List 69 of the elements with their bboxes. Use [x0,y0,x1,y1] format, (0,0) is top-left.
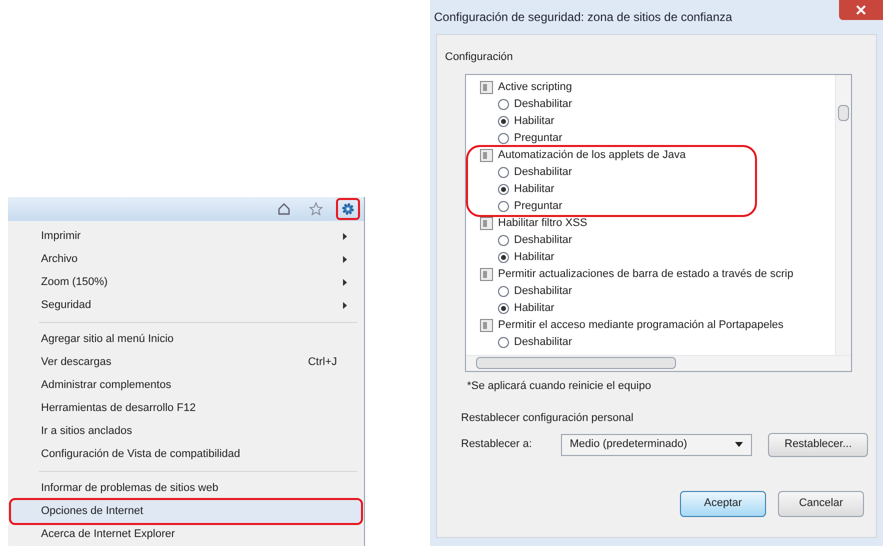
setting-label: Permitir actualizaciones de barra de estado a través de scrip [498,266,794,282]
star-icon [309,202,323,216]
menu-item[interactable]: Ir a sitios anclados [11,420,361,443]
radio-option[interactable]: Deshabilitar [480,282,835,300]
radio-button[interactable] [498,116,509,126]
radio-option[interactable]: Habilitar [480,300,835,316]
section-label: Restablecer configuración personal [461,411,634,426]
cancel-button[interactable]: Cancelar [778,490,864,516]
radio-option[interactable]: Deshabilitar [480,96,835,112]
setting-icon [480,268,493,280]
radio-option[interactable]: Deshabilitar [480,334,835,350]
vertical-scrollbar[interactable] [835,74,851,354]
radio-button[interactable] [498,252,509,262]
setting-icon [480,318,493,332]
menu-item[interactable]: Acerca de Internet Explorer [11,523,361,546]
submenu-arrow-icon [343,256,347,263]
radio-button[interactable] [498,132,509,144]
menu-item[interactable]: Agregar sitio al menú Inicio [11,328,361,351]
home-icon [277,202,291,216]
reset-button[interactable]: Restablecer... [768,432,868,456]
close-icon [856,5,866,15]
radio-option[interactable]: Preguntar [480,130,835,146]
horizontal-scrollbar[interactable] [466,354,851,370]
setting-icon [480,80,493,94]
dropdown-arrow-icon [735,442,744,447]
radio-button[interactable] [498,98,509,110]
menu-item[interactable]: Ver descargas Ctrl+J [11,351,361,374]
radio-option[interactable]: Habilitar [480,248,835,266]
setting-label: Automatización de los applets de Java [498,148,686,163]
radio-button[interactable] [498,166,509,178]
settings-icon [341,202,355,216]
menu-item[interactable]: Opciones de Internet [11,500,361,523]
menu-item[interactable]: Zoom (150%) [11,271,361,294]
submenu-arrow-icon [343,233,347,240]
radio-option[interactable]: Deshabilitar [480,164,755,180]
radio-button[interactable] [498,302,509,314]
restart-note: *Se aplicará cuando reinicie el equipo [467,378,652,394]
window-title: Configuración de seguridad: zona de sitios de confianza [434,9,732,26]
menu-item[interactable]: Seguridad [11,294,361,317]
close-button[interactable] [839,0,883,20]
menu-item[interactable]: Configuración de Vista de compatibilidad [11,443,361,466]
setting-label: Active scripting [498,80,572,95]
menu-item[interactable]: Imprimir [11,225,361,248]
menu-item[interactable]: Archivo [11,248,361,271]
radio-button[interactable] [498,286,509,296]
setting-label: Permitir el acceso mediante programación al Portapapeles [498,318,784,333]
radio-button[interactable] [498,234,509,246]
menu-item[interactable]: Herramientas de desarrollo F12 [11,397,361,420]
reset-level-dropdown[interactable]: Medio (predeterminado) [560,434,752,456]
setting-icon [480,216,493,230]
radio-option[interactable]: Preguntar [480,198,755,214]
radio-option[interactable]: Habilitar [480,180,755,198]
menu-item[interactable]: Informar de problemas de sitios web [11,477,361,500]
shortcut-text: Ctrl+J [308,355,337,370]
submenu-arrow-icon [343,302,347,309]
scrollbar-thumb[interactable] [476,357,676,369]
group-label: Configuración [445,50,514,65]
menu-item[interactable]: Administrar complementos [11,374,361,397]
radio-button[interactable] [498,336,509,348]
submenu-arrow-icon [343,279,347,286]
radio-button[interactable] [498,200,509,212]
ok-button[interactable]: Aceptar [680,490,766,516]
radio-option[interactable]: Habilitar [480,112,835,130]
radio-button[interactable] [498,184,509,194]
setting-label: Habilitar filtro XSS [498,216,588,231]
reset-label: Restablecer a: [461,437,533,452]
scrollbar-thumb[interactable] [838,104,849,120]
radio-option[interactable]: Deshabilitar [480,232,835,248]
setting-icon [480,148,493,162]
